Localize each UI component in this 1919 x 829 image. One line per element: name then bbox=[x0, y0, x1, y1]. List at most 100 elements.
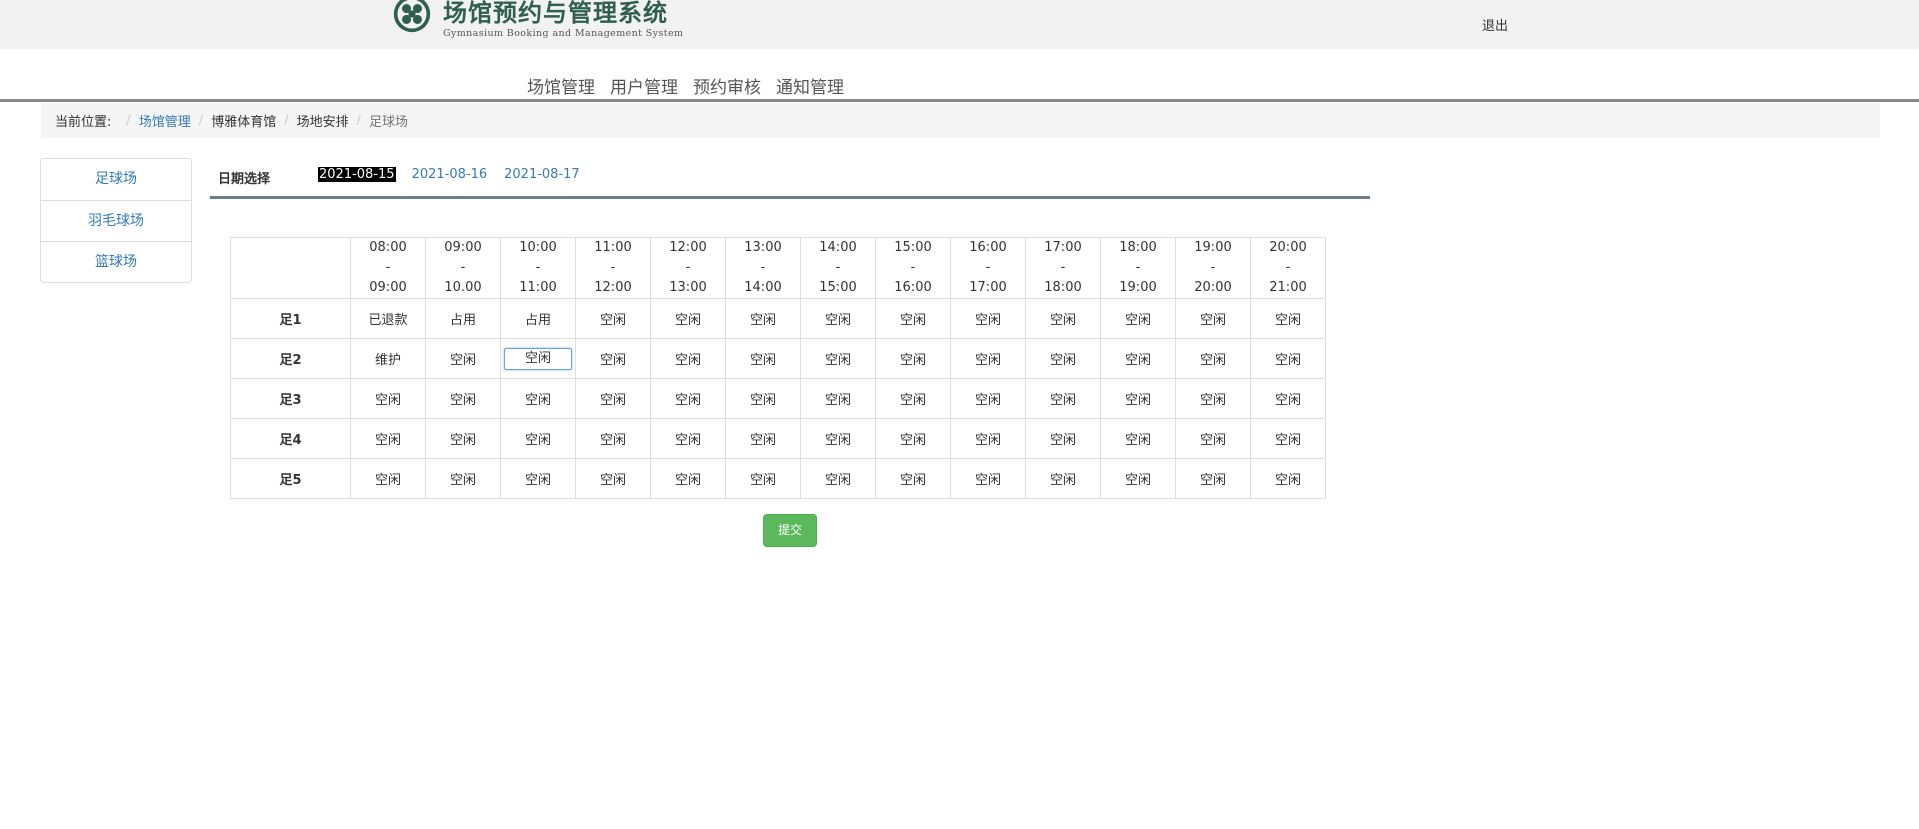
slot-cell[interactable]: 空闲 bbox=[1250, 298, 1326, 339]
slot-cell[interactable]: 空闲 bbox=[950, 298, 1026, 339]
time-slot-header: 17:00 - 18:00 bbox=[1025, 237, 1101, 299]
slot-cell[interactable]: 空闲 bbox=[875, 338, 951, 379]
slot-status: 空闲 bbox=[1274, 473, 1301, 488]
slot-status: 空闲 bbox=[1049, 313, 1076, 328]
slot-cell[interactable]: 空闲 bbox=[575, 378, 651, 419]
logo-title: 场馆预约与管理系统 bbox=[443, 0, 668, 27]
time-slot-dash: - bbox=[685, 260, 691, 275]
slot-cell[interactable]: 空闲 bbox=[350, 378, 426, 419]
slot-cell[interactable]: 空闲 bbox=[1025, 298, 1101, 339]
slot-cell[interactable]: 空闲 bbox=[725, 458, 801, 499]
time-slot-start: 10:00 bbox=[519, 240, 557, 255]
slot-cell[interactable]: 空闲 bbox=[650, 338, 726, 379]
slot-cell[interactable]: 空闲 bbox=[1025, 338, 1101, 379]
time-slot-header: 08:00 - 09:00 bbox=[350, 237, 426, 299]
slot-status: 空闲 bbox=[1199, 393, 1226, 408]
time-slot-end: 14:00 bbox=[744, 280, 782, 295]
slot-cell[interactable]: 空闲 bbox=[425, 378, 501, 419]
slot-cell[interactable]: 空闲 bbox=[875, 458, 951, 499]
slot-cell[interactable]: 空闲 bbox=[800, 298, 876, 339]
slot-cell[interactable]: 空闲 bbox=[950, 418, 1026, 459]
slot-cell[interactable]: 维护 bbox=[350, 338, 426, 379]
slot-cell[interactable]: 空闲 bbox=[1100, 458, 1176, 499]
slot-cell[interactable]: 空闲 bbox=[1100, 378, 1176, 419]
slot-cell[interactable]: 空闲 bbox=[875, 418, 951, 459]
slot-cell[interactable]: 空闲 bbox=[1175, 298, 1251, 339]
slot-cell[interactable]: 空闲 bbox=[350, 458, 426, 499]
slot-cell[interactable]: 空闲 bbox=[875, 298, 951, 339]
slot-cell[interactable]: 空闲 bbox=[500, 458, 576, 499]
sidebar-item-badminton[interactable]: 羽毛球场 bbox=[41, 200, 191, 241]
submit-button[interactable]: 提交 bbox=[763, 514, 817, 547]
slot-cell[interactable]: 空闲 bbox=[1250, 458, 1326, 499]
slot-cell[interactable]: 空闲 bbox=[500, 338, 576, 379]
slot-cell[interactable]: 空闲 bbox=[575, 458, 651, 499]
slot-cell[interactable]: 空闲 bbox=[800, 418, 876, 459]
slot-status: 空闲 bbox=[674, 393, 701, 408]
breadcrumb-item-venue-management[interactable]: 场馆管理 bbox=[139, 111, 191, 130]
slot-cell[interactable]: 空闲 bbox=[1025, 378, 1101, 419]
slot-cell[interactable]: 空闲 bbox=[1250, 338, 1326, 379]
slot-cell[interactable]: 空闲 bbox=[500, 418, 576, 459]
slot-cell[interactable]: 空闲 bbox=[1175, 338, 1251, 379]
slot-cell[interactable]: 空闲 bbox=[725, 338, 801, 379]
slot-cell[interactable]: 空闲 bbox=[1175, 378, 1251, 419]
slot-status: 空闲 bbox=[524, 473, 551, 488]
logout-link[interactable]: 退出 bbox=[1482, 15, 1508, 34]
date-option[interactable]: 2021-08-17 bbox=[503, 167, 581, 182]
slot-cell[interactable]: 空闲 bbox=[875, 378, 951, 419]
slot-cell[interactable]: 空闲 bbox=[425, 458, 501, 499]
time-slot-start: 15:00 bbox=[894, 240, 932, 255]
time-slot-end: 13:00 bbox=[669, 280, 707, 295]
slot-status: 空闲 bbox=[504, 347, 572, 370]
slot-cell[interactable]: 空闲 bbox=[650, 298, 726, 339]
date-option-selected[interactable]: 2021-08-15 bbox=[318, 167, 396, 182]
slot-cell[interactable]: 空闲 bbox=[650, 418, 726, 459]
slot-cell[interactable]: 空闲 bbox=[650, 378, 726, 419]
breadcrumb-item-current: 足球场 bbox=[369, 115, 409, 130]
slot-cell[interactable]: 空闲 bbox=[950, 458, 1026, 499]
slot-cell[interactable]: 空闲 bbox=[425, 418, 501, 459]
slot-cell[interactable]: 空闲 bbox=[725, 298, 801, 339]
slot-cell[interactable]: 空闲 bbox=[725, 418, 801, 459]
slot-cell[interactable]: 空闲 bbox=[575, 418, 651, 459]
nav-item-notice-management[interactable]: 通知管理 bbox=[776, 73, 844, 98]
sidebar-item-football[interactable]: 足球场 bbox=[41, 159, 191, 200]
slot-cell[interactable]: 空闲 bbox=[800, 458, 876, 499]
slot-status: 空闲 bbox=[1124, 353, 1151, 368]
breadcrumb-separator: / bbox=[356, 113, 361, 128]
slot-cell[interactable]: 空闲 bbox=[1100, 298, 1176, 339]
slot-cell[interactable]: 空闲 bbox=[1250, 418, 1326, 459]
slot-cell[interactable]: 空闲 bbox=[800, 338, 876, 379]
slot-cell[interactable]: 空闲 bbox=[650, 458, 726, 499]
sidebar-item-basketball[interactable]: 篮球场 bbox=[41, 241, 191, 282]
slot-cell[interactable]: 已退款 bbox=[350, 298, 426, 339]
slot-cell[interactable]: 空闲 bbox=[1025, 458, 1101, 499]
slot-cell[interactable]: 空闲 bbox=[950, 338, 1026, 379]
slot-cell[interactable]: 空闲 bbox=[950, 378, 1026, 419]
slot-cell[interactable]: 空闲 bbox=[500, 378, 576, 419]
slot-cell[interactable]: 空闲 bbox=[575, 298, 651, 339]
time-slot-header: 11:00 - 12:00 bbox=[575, 237, 651, 299]
time-slot-header: 18:00 - 19:00 bbox=[1100, 237, 1176, 299]
nav-item-venue-management[interactable]: 场馆管理 bbox=[527, 73, 595, 98]
slot-cell[interactable]: 占用 bbox=[425, 298, 501, 339]
slot-cell[interactable]: 空闲 bbox=[1100, 338, 1176, 379]
slot-cell[interactable]: 空闲 bbox=[1100, 418, 1176, 459]
court-name: 足3 bbox=[230, 378, 351, 419]
slot-cell[interactable]: 空闲 bbox=[1250, 378, 1326, 419]
slot-status: 空闲 bbox=[1274, 313, 1301, 328]
nav-item-user-management[interactable]: 用户管理 bbox=[610, 73, 678, 98]
date-option[interactable]: 2021-08-16 bbox=[411, 167, 489, 182]
slot-cell[interactable]: 空闲 bbox=[725, 378, 801, 419]
slot-cell[interactable]: 空闲 bbox=[575, 338, 651, 379]
slot-cell[interactable]: 空闲 bbox=[1175, 418, 1251, 459]
slot-cell[interactable]: 空闲 bbox=[1025, 418, 1101, 459]
slot-cell[interactable]: 占用 bbox=[500, 298, 576, 339]
slot-cell[interactable]: 空闲 bbox=[425, 338, 501, 379]
breadcrumb-item-gym: 博雅体育馆 bbox=[211, 115, 277, 130]
slot-cell[interactable]: 空闲 bbox=[800, 378, 876, 419]
nav-item-booking-review[interactable]: 预约审核 bbox=[693, 73, 761, 98]
slot-cell[interactable]: 空闲 bbox=[350, 418, 426, 459]
slot-cell[interactable]: 空闲 bbox=[1175, 458, 1251, 499]
